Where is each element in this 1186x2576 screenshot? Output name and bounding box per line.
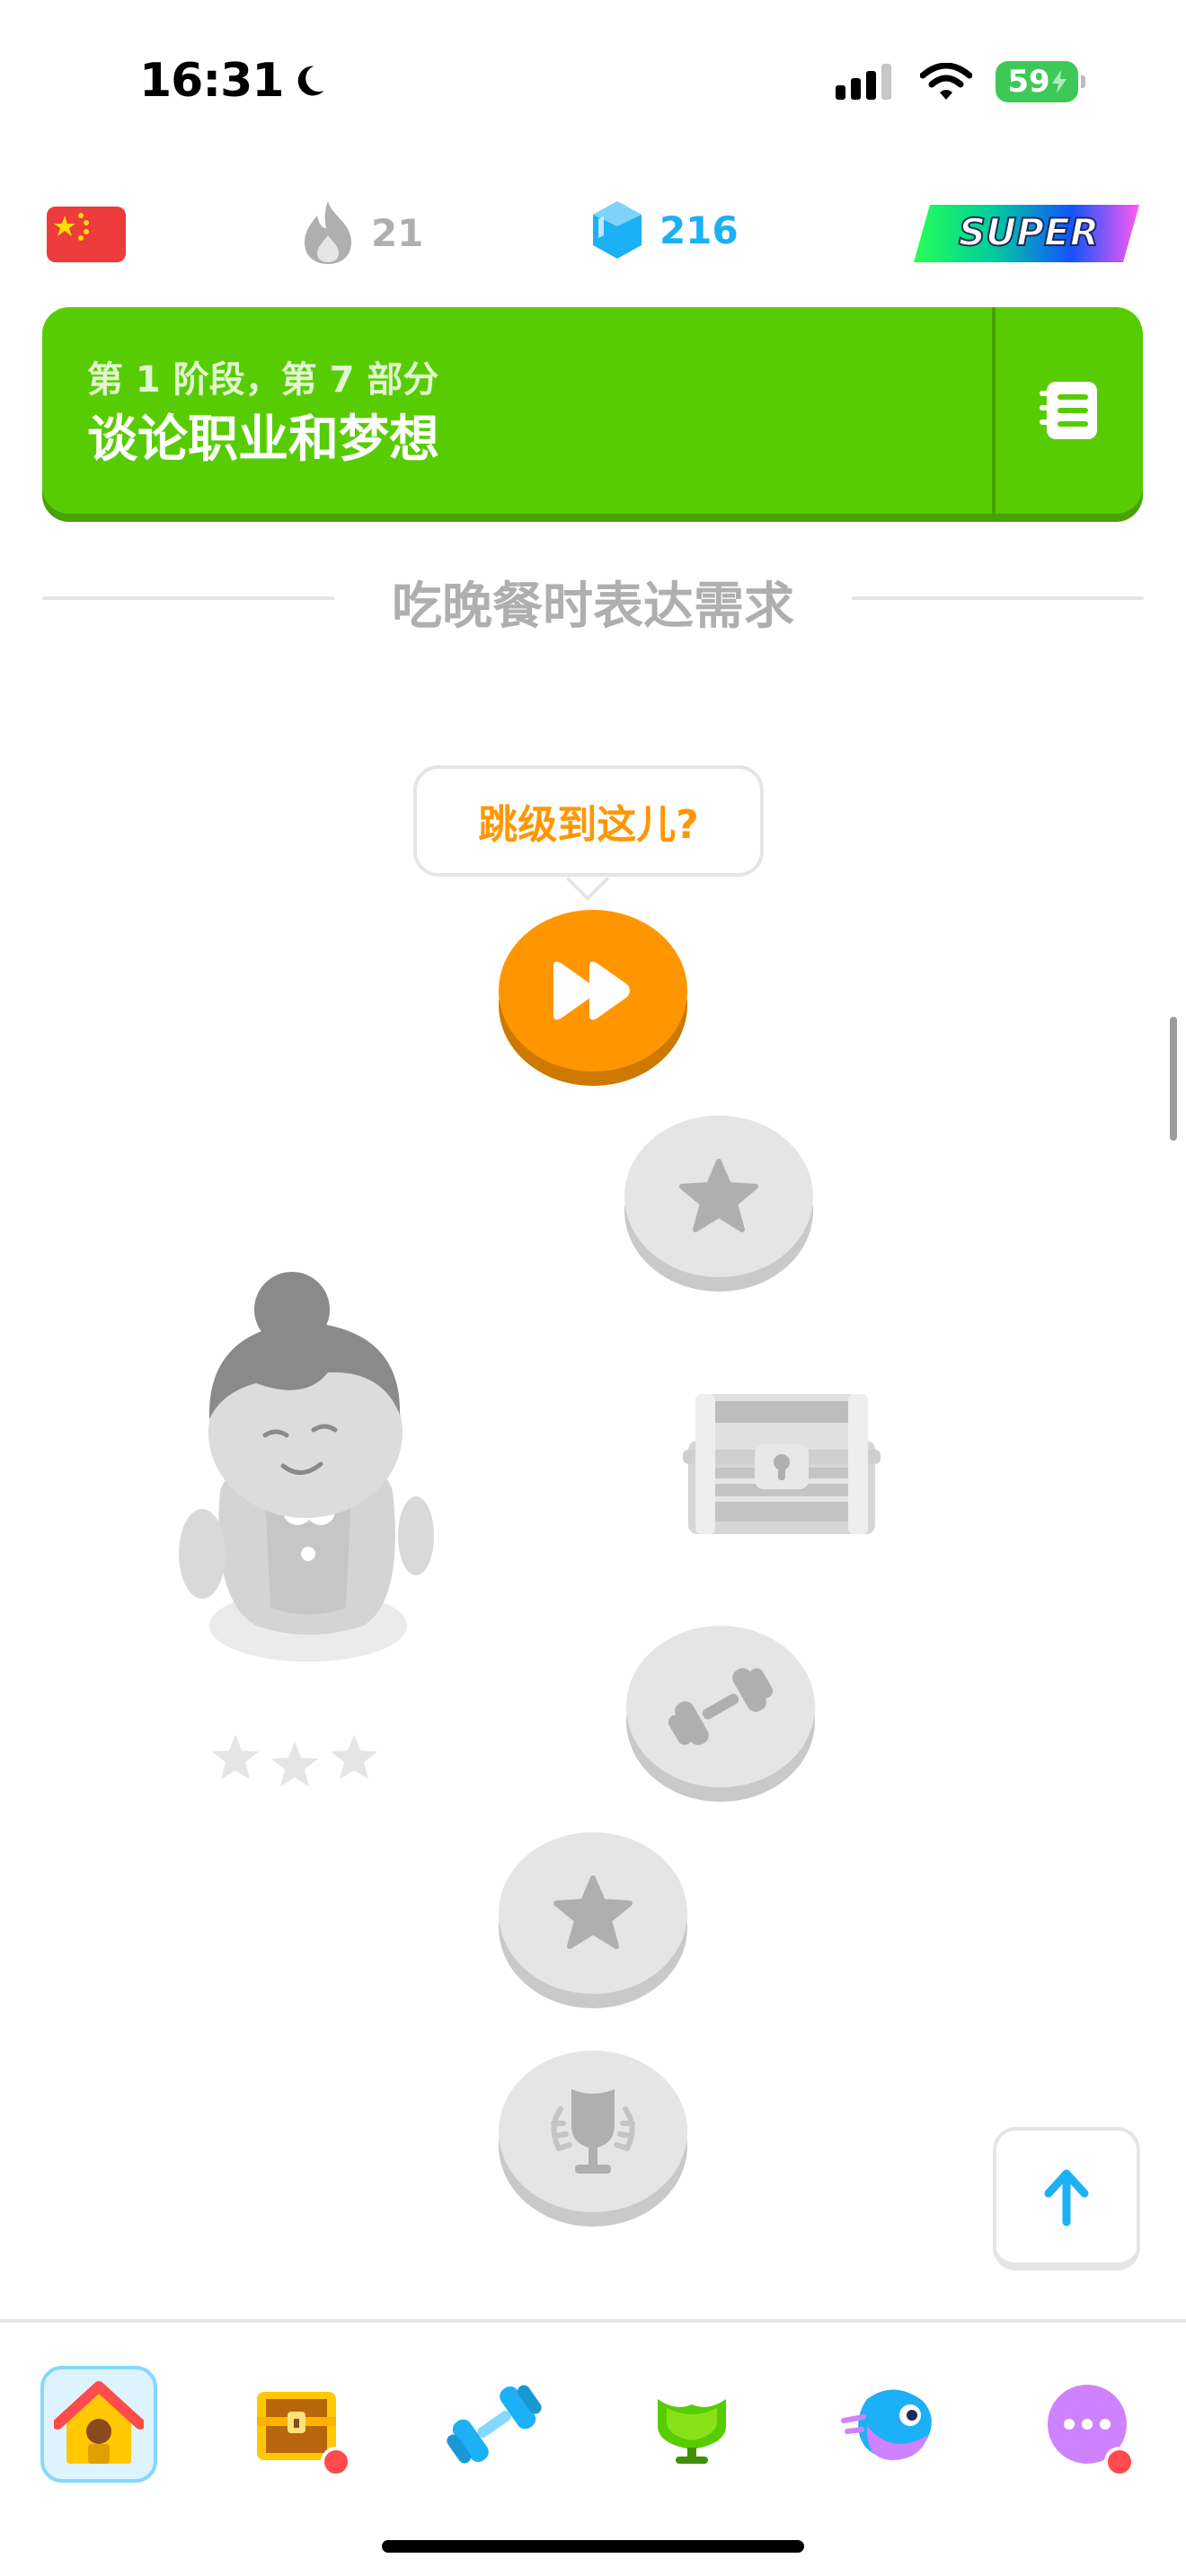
status-time: 16:31 [139,54,329,108]
unit-title: 谈论职业和梦想 [87,410,439,469]
unit-banner[interactable]: 第 1 阶段，第 7 部分 谈论职业和梦想 [42,307,1143,514]
gems-counter[interactable]: 216 [591,199,739,260]
star-icon [331,1734,377,1779]
super-logo: SUPER [914,205,1139,262]
unit-subtitle: 第 1 阶段，第 7 部分 [87,359,439,401]
arrow-up-icon [1044,2169,1089,2226]
guidebook-icon [1040,382,1097,439]
gem-icon [593,201,642,259]
charging-bolt-icon [1051,70,1067,93]
battery-tip [1081,75,1085,88]
house-icon [54,2381,144,2464]
learn-screen: 16:31 59 21 216 SUPER 第 1 阶段，第 7 部分 谈论职业… [0,0,1186,2576]
grandma-illustration [179,1272,434,1662]
dumbbell-icon [668,1668,774,1745]
home-indicator [382,2540,804,2553]
dumbbell-icon [447,2385,542,2464]
moon-icon [297,66,324,96]
nav-practice[interactable] [436,2366,553,2483]
guidebook-button[interactable] [996,307,1143,514]
chest-icon [683,1394,881,1534]
lesson-node[interactable] [499,1832,687,2008]
china-flag-icon [47,207,126,262]
jump-here-node[interactable] [499,910,687,1086]
practice-node[interactable] [626,1626,815,1802]
bird-icon [841,2389,932,2460]
bottom-navigation [0,2319,1186,2576]
character-stars [212,1734,377,1786]
grandma-character[interactable] [157,1266,454,1698]
gems-count: 216 [659,207,739,252]
node-face [626,1626,815,1787]
flame-icon [305,201,351,264]
star-icon [679,1159,758,1232]
nav-home[interactable] [40,2366,157,2483]
battery-level: 59 [1007,64,1050,100]
nav-leaderboard[interactable] [633,2366,750,2483]
node-face [624,1116,813,1277]
lesson-node[interactable] [624,1116,813,1292]
super-badge-button[interactable]: SUPER [912,203,1141,264]
section-label: 吃晚餐时表达需求 [392,578,794,636]
notification-dot [1104,2447,1135,2477]
node-face [499,1832,687,1994]
trophy-icon [551,2089,635,2174]
status-indicators: 59 [836,61,1085,102]
star-icon [212,1734,259,1779]
clock-text: 16:31 [139,54,285,108]
jump-here-tooltip[interactable]: 跳级到这儿? [413,765,764,877]
star-icon [553,1875,633,1949]
nav-more[interactable] [1029,2366,1146,2483]
scrollbar[interactable] [1170,1017,1177,1141]
star-icon [271,1742,318,1786]
trophy-icon [658,2399,726,2464]
notification-dot [321,2447,351,2477]
streak-counter[interactable]: 21 [301,199,423,266]
battery-indicator: 59 [996,61,1085,102]
node-face [499,910,687,1072]
cellular-signal-icon [836,64,891,100]
unit-review-node[interactable] [499,2051,687,2227]
scroll-to-top-button[interactable] [993,2127,1140,2271]
treasure-chest-node[interactable] [683,1378,881,1539]
wifi-icon [920,63,972,100]
nav-chest[interactable] [238,2366,355,2483]
super-label: SUPER [959,210,1099,254]
node-face [499,2051,687,2212]
streak-count: 21 [371,210,424,255]
fast-forward-icon [553,961,630,1020]
nav-characters[interactable] [831,2366,948,2483]
course-flag-button[interactable] [47,207,126,262]
